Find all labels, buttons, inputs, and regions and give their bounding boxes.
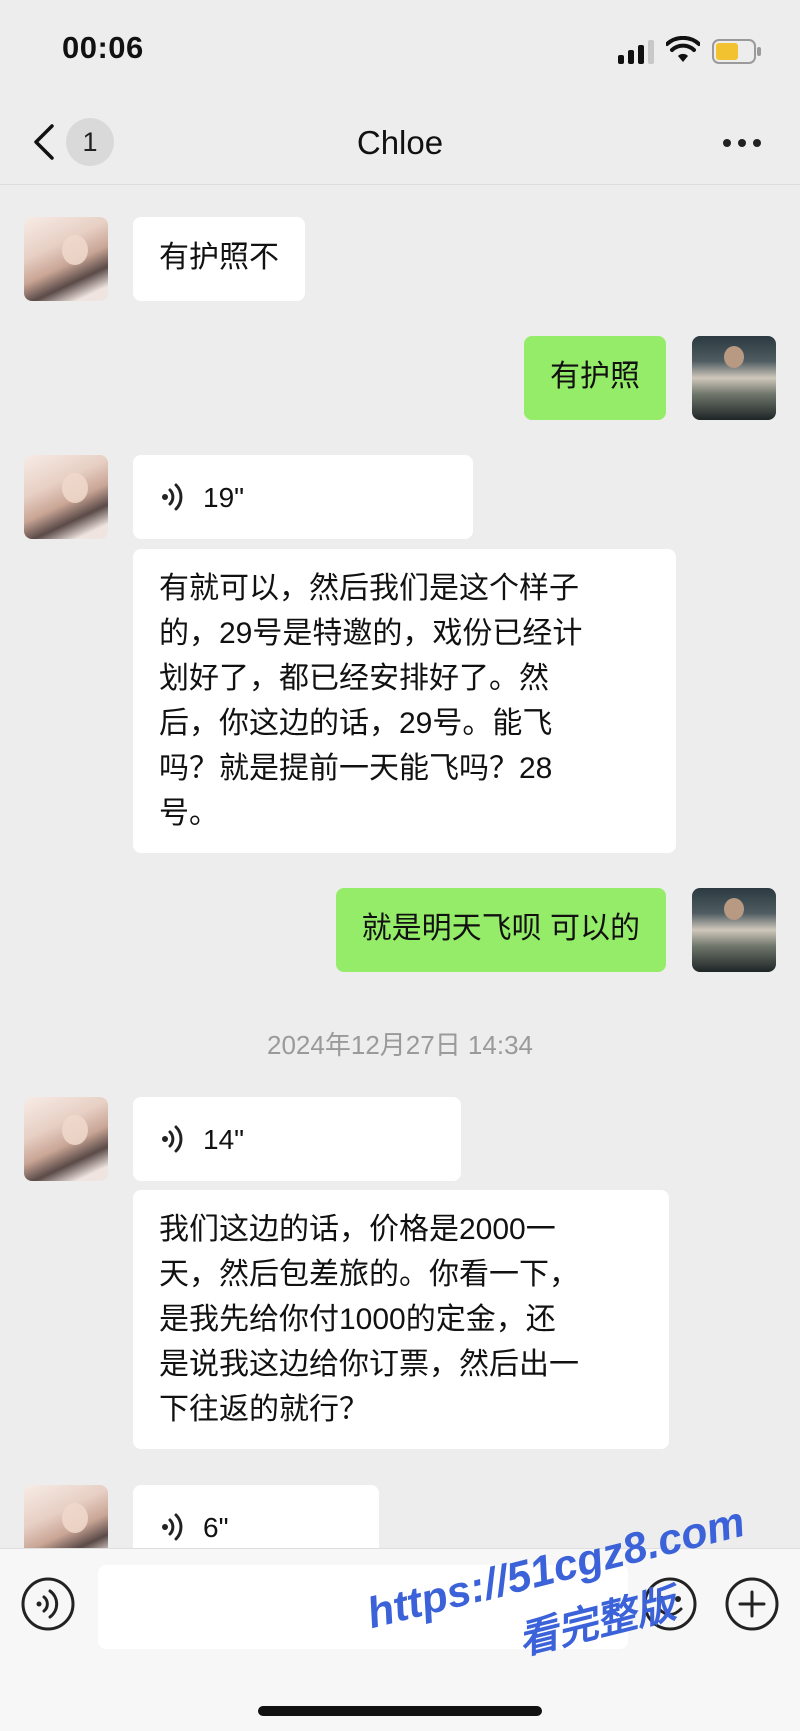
chat-title: Chloe: [356, 124, 444, 161]
message-line: 是我先给你付1000的定金，还: [159, 1303, 556, 1336]
message-line: 是说我这边给你订票，然后出一: [159, 1348, 579, 1381]
input-bar: [0, 1548, 800, 1731]
message-line: 的，29号是特邀的，戏份已经计: [159, 617, 583, 650]
self-avatar[interactable]: [692, 888, 776, 972]
message-timestamp: 2024年12月27日 14:34: [267, 1030, 533, 1060]
voice-wave-icon: [162, 483, 183, 511]
incoming-message-bubble[interactable]: 我们这边的话，价格是2000一 天，然后包差旅的。你看一下， 是我先给你付100…: [133, 1190, 669, 1449]
message-line: 号。: [159, 797, 219, 830]
self-avatar[interactable]: [692, 336, 776, 420]
voice-message-bubble[interactable]: 19": [133, 455, 473, 539]
status-bar: 00:06: [0, 0, 800, 100]
battery-icon: [712, 39, 761, 64]
outgoing-message-bubble[interactable]: 有护照: [524, 336, 666, 420]
contact-avatar[interactable]: [24, 217, 108, 301]
voice-duration: 19": [203, 481, 245, 513]
message-text: 就是明天飞呗 可以的: [361, 912, 640, 945]
message-line: 有就可以，然后我们是这个样子: [159, 572, 579, 605]
status-time: 00:06: [62, 30, 144, 65]
home-indicator[interactable]: [258, 1706, 542, 1716]
message-input[interactable]: [98, 1565, 628, 1649]
voice-wave-icon: [162, 1513, 183, 1541]
message-text: 有护照不: [159, 241, 279, 274]
message-text: 有护照: [550, 360, 640, 393]
contact-avatar[interactable]: [24, 1097, 108, 1181]
message-line: 我们这边的话，价格是2000一: [159, 1213, 556, 1246]
outgoing-message-bubble[interactable]: 就是明天飞呗 可以的: [335, 888, 666, 972]
incoming-message-bubble[interactable]: 有护照不: [133, 217, 305, 301]
message-line: 划好了，都已经安排好了。然: [159, 662, 549, 695]
wifi-icon: [666, 36, 700, 62]
message-line: 后，你这边的话，29号。能飞: [159, 707, 553, 740]
cellular-signal-icon: [618, 40, 654, 64]
voice-duration: 14": [203, 1123, 245, 1155]
message-line: 天，然后包差旅的。你看一下，: [159, 1258, 579, 1291]
message-line: 下往返的就行？: [159, 1393, 369, 1426]
voice-duration: 6": [203, 1511, 229, 1543]
message-line: 吗？就是提前一天能飞吗？28: [159, 752, 553, 785]
voice-message-bubble[interactable]: 14": [133, 1097, 461, 1181]
emoji-icon[interactable]: [642, 1576, 698, 1632]
plus-icon[interactable]: [724, 1576, 780, 1632]
voice-input-toggle-icon[interactable]: [20, 1576, 76, 1632]
voice-wave-icon: [162, 1125, 183, 1153]
contact-avatar[interactable]: [24, 455, 108, 539]
incoming-message-bubble[interactable]: 有就可以，然后我们是这个样子 的，29号是特邀的，戏份已经计 划好了，都已经安排…: [133, 549, 676, 853]
